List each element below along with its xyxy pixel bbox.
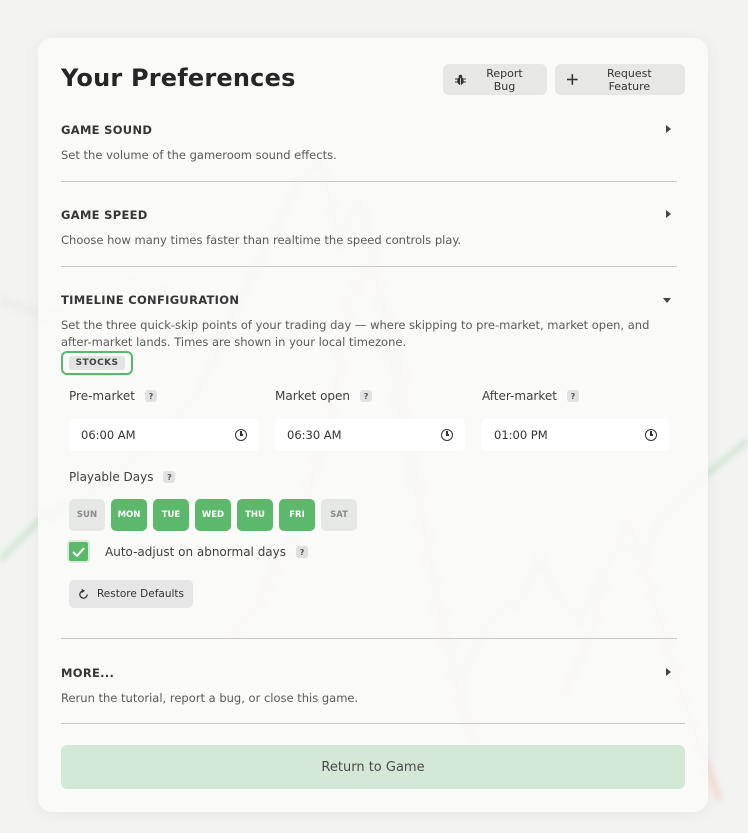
request-feature-button[interactable]: Request Feature	[555, 64, 685, 95]
day-toggle-wed[interactable]: WED	[195, 499, 231, 531]
playable-days-label-group: Playable Days ?	[69, 470, 176, 484]
help-icon[interactable]: ?	[360, 390, 373, 402]
game-speed-desc: Choose how many times faster than realti…	[61, 233, 462, 247]
divider	[61, 723, 685, 724]
more-desc: Rerun the tutorial, report a bug, or clo…	[61, 691, 359, 705]
restore-icon	[79, 588, 88, 599]
bug-icon	[455, 74, 466, 85]
after-market-label: After-market	[482, 389, 557, 403]
tab-stocks[interactable]: STOCKS	[61, 351, 133, 375]
help-icon[interactable]: ?	[145, 390, 157, 402]
timeline-section[interactable]: TIMELINE CONFIGURATION Set the three qui…	[61, 293, 677, 351]
timeline-title[interactable]: TIMELINE CONFIGURATION	[61, 293, 677, 307]
day-toggle-fri[interactable]: FRI	[279, 499, 315, 531]
divider	[61, 638, 677, 639]
premarket-label: Pre-market	[69, 389, 135, 403]
auto-adjust-label[interactable]: Auto-adjust on abnormal days	[105, 545, 286, 559]
report-bug-label: Report Bug	[486, 66, 523, 93]
day-toggle-tue[interactable]: TUE	[153, 499, 189, 531]
request-feature-label: Request Feature	[607, 66, 652, 93]
more-section[interactable]: MORE... Rerun the tutorial, report a bug…	[61, 666, 677, 707]
after-market-time-value: 01:00 PM	[494, 428, 548, 442]
expand-arrow-icon[interactable]	[666, 125, 671, 133]
clock-icon[interactable]	[441, 429, 453, 441]
playable-days-selector: SUN MON TUE WED THU FRI SAT	[69, 499, 357, 531]
market-open-label: Market open	[275, 389, 351, 403]
check-icon	[72, 546, 85, 557]
game-sound-desc: Set the volume of the gameroom sound eff…	[61, 148, 337, 162]
premarket-label-group: Pre-market ?	[69, 389, 157, 403]
clock-icon[interactable]	[235, 429, 247, 441]
divider	[61, 266, 677, 267]
playable-days-label: Playable Days	[69, 470, 154, 484]
auto-adjust-checkbox[interactable]	[67, 540, 90, 563]
report-bug-button[interactable]: Report Bug	[443, 64, 547, 95]
after-market-label-group: After-market ?	[482, 389, 579, 403]
page-title: Your Preferences	[61, 64, 296, 92]
premarket-time-value: 06:00 AM	[81, 428, 136, 442]
clock-icon[interactable]	[645, 429, 657, 441]
game-speed-section[interactable]: GAME SPEED Choose how many times faster …	[61, 208, 677, 249]
game-sound-section[interactable]: GAME SOUND Set the volume of the gameroo…	[61, 123, 677, 164]
day-toggle-mon[interactable]: MON	[111, 499, 147, 531]
divider	[61, 181, 677, 182]
help-icon[interactable]: ?	[296, 546, 309, 558]
restore-defaults-button[interactable]: Restore Defaults	[69, 580, 193, 608]
return-to-game-button[interactable]: Return to Game	[61, 745, 685, 789]
preferences-panel: Your Preferences Report Bug Request Feat…	[38, 38, 708, 812]
collapse-arrow-icon[interactable]	[663, 298, 671, 303]
more-title[interactable]: MORE...	[61, 666, 677, 680]
restore-defaults-label: Restore Defaults	[96, 588, 184, 600]
expand-arrow-icon[interactable]	[666, 668, 671, 676]
market-open-label-group: Market open ?	[275, 389, 373, 403]
timeline-desc: Set the three quick-skip points of your …	[61, 318, 650, 349]
expand-arrow-icon[interactable]	[666, 210, 671, 218]
game-sound-title[interactable]: GAME SOUND	[61, 123, 677, 137]
market-open-time-input[interactable]: 06:30 AM	[275, 419, 465, 451]
after-market-time-input[interactable]: 01:00 PM	[482, 419, 669, 451]
plus-icon	[567, 74, 578, 85]
auto-adjust-label-group: Auto-adjust on abnormal days ?	[105, 545, 309, 559]
help-icon[interactable]: ?	[566, 390, 579, 402]
day-toggle-thu[interactable]: THU	[237, 499, 273, 531]
premarket-time-input[interactable]: 06:00 AM	[69, 419, 259, 451]
tab-stocks-label: STOCKS	[68, 356, 126, 370]
day-toggle-sun[interactable]: SUN	[69, 499, 105, 531]
market-open-time-value: 06:30 AM	[287, 428, 342, 442]
day-toggle-sat[interactable]: SAT	[321, 499, 357, 531]
help-icon[interactable]: ?	[163, 471, 176, 483]
game-speed-title[interactable]: GAME SPEED	[61, 208, 677, 222]
